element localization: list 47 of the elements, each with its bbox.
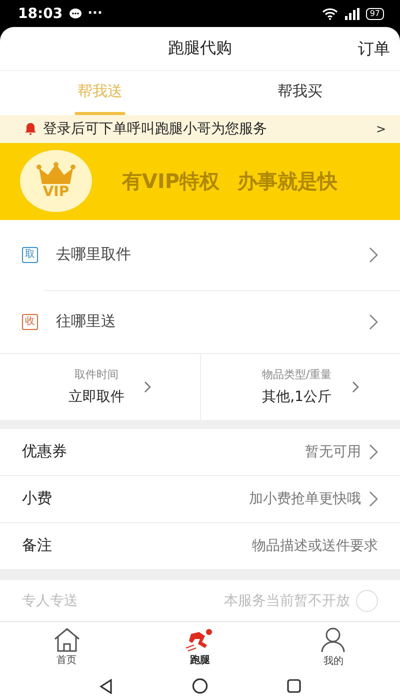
chat-bubble-icon (68, 8, 82, 20)
option-label: 备注 (22, 536, 53, 556)
detail-value: 立即取件 (68, 388, 124, 406)
status-time: 18:03 (18, 6, 63, 22)
signal-icon (344, 8, 360, 20)
home-circle-icon[interactable] (192, 678, 208, 694)
more-dots: ··· (88, 6, 102, 21)
notice-arrow: > (376, 122, 386, 136)
recents-icon[interactable] (286, 679, 301, 693)
detail-label: 物品类型/重量 (262, 367, 332, 382)
address-placeholder: 去哪里取件 (56, 245, 132, 264)
chevron-right-icon (369, 314, 378, 330)
chevron-right-icon (352, 380, 359, 393)
option-label: 小费 (22, 489, 53, 508)
battery-indicator: 97 (366, 8, 384, 20)
address-tag: 取 (22, 246, 38, 263)
banner-slogan: 办事就是快 (238, 168, 338, 195)
runner-icon (184, 628, 215, 652)
option-note: 本服务当前暂不开放 (224, 592, 350, 610)
orders-link[interactable]: 订单 (358, 39, 390, 60)
chevron-right-icon (144, 380, 152, 393)
crown-icon (36, 162, 76, 184)
banner-slogan: 有VIP特权 (122, 168, 220, 195)
address-tag: 收 (22, 314, 38, 330)
option-label: 优惠券 (22, 442, 68, 462)
person-icon (320, 626, 346, 652)
option-row[interactable]: 优惠券 暂无可用 (0, 428, 400, 476)
address-placeholder: 往哪里送 (56, 312, 117, 332)
vip-label: VIP (42, 184, 70, 200)
detail-value: 其他,1公斤 (262, 388, 332, 406)
chevron-right-icon (369, 444, 378, 460)
wifi-icon (322, 8, 338, 20)
chevron-right-icon (369, 246, 378, 263)
option-row[interactable]: 小费 加小费抢单更快哦 (0, 476, 400, 523)
address-row[interactable]: 取 去哪里取件 (0, 220, 400, 290)
notice-text: 登录后可下单呼叫跑腿小哥为您服务 (43, 120, 268, 138)
back-icon[interactable] (99, 678, 114, 694)
login-notice-bar[interactable]: 登录后可下单呼叫跑腿小哥为您服务 > (0, 114, 400, 143)
option-value: 暂无可用 (305, 442, 361, 461)
option-label: 专人专送 (22, 592, 79, 610)
chevron-right-icon (369, 490, 378, 507)
house-icon (52, 628, 81, 652)
detail-label: 取件时间 (74, 367, 118, 382)
option-value: 加小费抢单更快哦 (249, 490, 361, 508)
bell-icon (24, 122, 37, 136)
page-title: 跑腿代购 (168, 38, 232, 59)
detail-selector[interactable]: 取件时间 立即取件 (0, 354, 200, 420)
